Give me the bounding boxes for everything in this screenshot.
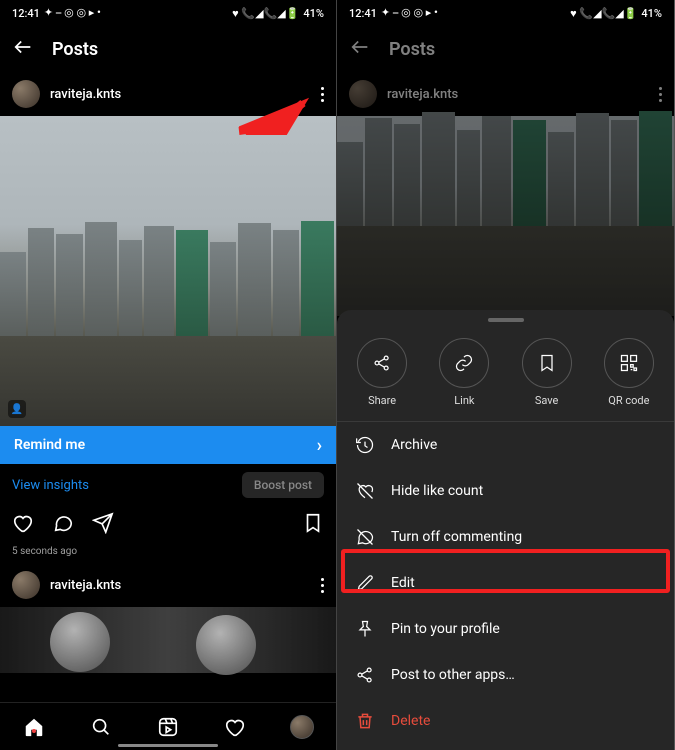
menu-label: Delete bbox=[391, 713, 430, 729]
back-button[interactable] bbox=[12, 36, 34, 62]
options-sheet: Share Link Save QR code Archive Hide lik… bbox=[337, 310, 674, 750]
menu-label: Pin to your profile bbox=[391, 621, 500, 637]
username[interactable]: raviteja.knts bbox=[50, 87, 121, 102]
view-insights-link[interactable]: View insights bbox=[12, 478, 89, 493]
post-actions bbox=[0, 506, 336, 544]
username[interactable]: raviteja.knts bbox=[50, 578, 121, 593]
status-time: 12:41 bbox=[12, 7, 40, 20]
menu-pin[interactable]: Pin to your profile bbox=[337, 606, 674, 652]
more-options-button[interactable] bbox=[321, 87, 324, 102]
menu-label: Archive bbox=[391, 437, 437, 453]
sheet-share[interactable]: Share bbox=[357, 338, 407, 407]
username: raviteja.knts bbox=[387, 87, 458, 102]
tagged-people-icon[interactable]: 👤 bbox=[8, 400, 26, 418]
post-photo-2[interactable] bbox=[0, 607, 336, 673]
avatar[interactable] bbox=[12, 80, 40, 108]
remind-label: Remind me bbox=[14, 437, 85, 453]
menu-archive[interactable]: Archive bbox=[337, 422, 674, 468]
share-apps-icon bbox=[355, 665, 375, 685]
more-options-button[interactable] bbox=[321, 578, 324, 593]
nav-home[interactable] bbox=[22, 715, 46, 739]
menu-label: Hide like count bbox=[391, 483, 483, 499]
comment-button[interactable] bbox=[52, 512, 74, 538]
delete-icon bbox=[355, 711, 375, 731]
back-button[interactable] bbox=[349, 36, 371, 62]
bottom-nav bbox=[0, 702, 336, 750]
boost-post-button[interactable]: Boost post bbox=[242, 472, 324, 498]
avatar[interactable] bbox=[12, 571, 40, 599]
like-button[interactable] bbox=[12, 512, 34, 538]
menu-label: Turn off commenting bbox=[391, 529, 522, 545]
share-label: Share bbox=[368, 394, 396, 407]
comment-off-icon bbox=[355, 527, 375, 547]
status-battery: 41% bbox=[303, 7, 324, 20]
remind-me-bar[interactable]: Remind me › bbox=[0, 426, 336, 464]
menu-label: Post to other apps… bbox=[391, 667, 515, 683]
sheet-link[interactable]: Link bbox=[439, 338, 489, 407]
menu-hide-like[interactable]: Hide like count bbox=[337, 468, 674, 514]
post-timestamp: 5 seconds ago bbox=[0, 544, 336, 563]
status-time: 12:41 bbox=[349, 7, 377, 20]
menu-delete[interactable]: Delete bbox=[337, 698, 674, 744]
hide-like-icon bbox=[355, 481, 375, 501]
page-header: Posts bbox=[0, 26, 336, 72]
chevron-right-icon: › bbox=[317, 435, 322, 456]
sheet-qrcode[interactable]: QR code bbox=[604, 338, 654, 407]
page-title: Posts bbox=[52, 39, 98, 60]
share-button[interactable] bbox=[92, 512, 114, 538]
link-label: Link bbox=[454, 394, 474, 407]
more-options-button bbox=[659, 87, 662, 102]
insights-row: View insights Boost post bbox=[0, 464, 336, 506]
sheet-action-row: Share Link Save QR code bbox=[337, 334, 674, 421]
phone-screen-left: 12:41 ✦ ⎯ ◎ ◎ ▸ • ♥ 📞◢📞◢🔋 41% Posts ravi… bbox=[0, 0, 337, 750]
save-button[interactable] bbox=[302, 512, 324, 538]
save-label: Save bbox=[535, 394, 559, 407]
post-header-row-2: raviteja.knts bbox=[0, 563, 336, 607]
qrcode-label: QR code bbox=[608, 394, 649, 407]
nav-activity[interactable] bbox=[223, 715, 247, 739]
nav-search[interactable] bbox=[89, 715, 113, 739]
phone-screen-right: 12:41 ✦ ⎯ ◎ ◎ ▸ • ♥ 📞◢📞◢🔋 41% Posts ravi… bbox=[337, 0, 674, 750]
page-title: Posts bbox=[389, 39, 435, 60]
nav-profile[interactable] bbox=[290, 715, 314, 739]
status-bar: 12:41 ✦ ⎯ ◎ ◎ ▸ • ♥ 📞◢📞◢🔋 41% bbox=[0, 0, 336, 26]
post-photo[interactable]: 👤 bbox=[0, 116, 336, 426]
status-bar: 12:41 ✦ ⎯ ◎ ◎ ▸ • ♥ 📞◢📞◢🔋 41% bbox=[337, 0, 674, 26]
post-header-row: raviteja.knts bbox=[0, 72, 336, 116]
archive-icon bbox=[355, 435, 375, 455]
nav-reels[interactable] bbox=[156, 715, 180, 739]
annotation-highlight bbox=[341, 549, 670, 593]
menu-post-other[interactable]: Post to other apps… bbox=[337, 652, 674, 698]
status-battery: 41% bbox=[641, 7, 662, 20]
avatar bbox=[349, 80, 377, 108]
sheet-save[interactable]: Save bbox=[522, 338, 572, 407]
pin-icon bbox=[355, 619, 375, 639]
sheet-handle[interactable] bbox=[488, 318, 524, 322]
page-header: Posts bbox=[337, 26, 674, 72]
post-photo bbox=[337, 116, 674, 316]
